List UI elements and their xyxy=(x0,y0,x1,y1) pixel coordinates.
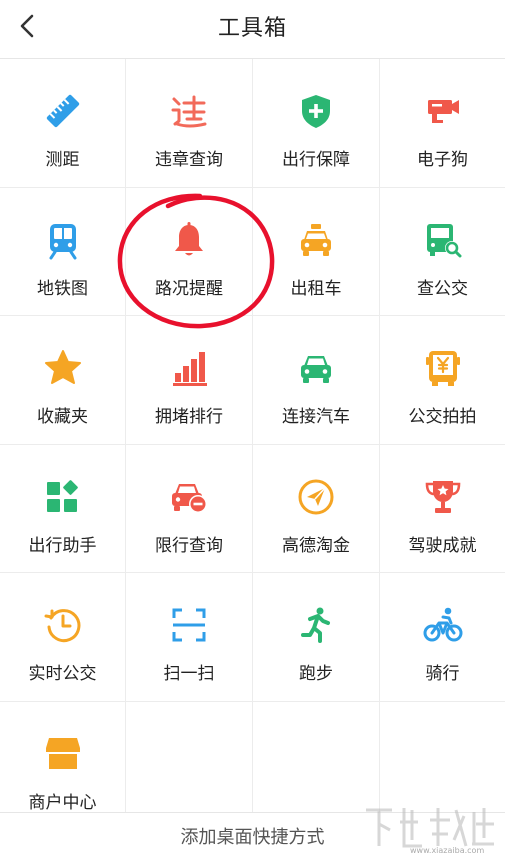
tool-ranging[interactable]: 测距 xyxy=(0,59,126,188)
car-minus-icon xyxy=(169,477,209,517)
tool-label: 跑步 xyxy=(299,664,333,684)
bus-yen-icon xyxy=(423,348,463,388)
tool-traffic-alert[interactable]: 路况提醒 xyxy=(126,187,253,316)
tool-congestion-ranking[interactable]: 拥堵排行 xyxy=(126,316,253,445)
tool-bus-photo[interactable]: 公交拍拍 xyxy=(380,316,505,445)
tool-label: 高德淘金 xyxy=(282,535,350,556)
car-icon xyxy=(296,348,336,388)
tool-label: 公交拍拍 xyxy=(408,407,477,427)
violation-icon xyxy=(169,91,209,131)
tool-travel-protection[interactable]: 出行保障 xyxy=(253,59,380,188)
empty-cell xyxy=(253,701,380,830)
bell-icon xyxy=(169,220,209,260)
bicycle-icon xyxy=(423,605,463,645)
tool-label: 出租车 xyxy=(290,278,342,299)
tools-grid: 测距 违章查询 出行保障 电子狗 地铁图 路况提醒 出租车 查公交 收藏夹 拥堵… xyxy=(0,58,505,830)
tool-label: 商户中心 xyxy=(28,792,97,813)
paper-plane-icon xyxy=(296,477,336,517)
tool-travel-assistant[interactable]: 出行助手 xyxy=(0,444,126,573)
tool-label: 收藏夹 xyxy=(37,407,88,427)
header-bar: 工具箱 xyxy=(0,0,505,56)
ruler-icon xyxy=(43,91,83,131)
tool-favorites[interactable]: 收藏夹 xyxy=(0,316,126,445)
tool-label: 限行查询 xyxy=(155,535,223,556)
scan-icon xyxy=(169,605,209,645)
tool-label: 驾驶成就 xyxy=(408,535,477,556)
tool-label: 测距 xyxy=(45,150,80,170)
trophy-icon xyxy=(423,477,463,517)
tool-merchant-center[interactable]: 商户中心 xyxy=(0,701,126,830)
shop-icon xyxy=(43,734,83,774)
tool-label: 出行助手 xyxy=(28,535,97,556)
clock-icon xyxy=(43,605,83,645)
tool-cycling[interactable]: 骑行 xyxy=(380,573,505,702)
apps-icon xyxy=(43,477,83,517)
tool-label: 查公交 xyxy=(417,278,468,299)
tool-bus-search[interactable]: 查公交 xyxy=(380,188,505,316)
tool-violation-query[interactable]: 违章查询 xyxy=(126,59,253,188)
shield-plus-icon xyxy=(296,91,336,131)
taxi-icon xyxy=(296,220,336,260)
tool-label: 连接汽车 xyxy=(282,407,350,427)
tool-driving-achievement[interactable]: 驾驶成就 xyxy=(380,445,505,573)
star-icon xyxy=(43,348,83,388)
tool-label: 出行保障 xyxy=(282,150,350,170)
page-title: 工具箱 xyxy=(217,16,287,41)
tool-running[interactable]: 跑步 xyxy=(253,573,380,702)
camera-icon xyxy=(423,91,463,131)
tool-scan[interactable]: 扫一扫 xyxy=(126,573,253,702)
tool-amap-gold[interactable]: 高德淘金 xyxy=(253,444,380,573)
running-icon xyxy=(296,605,336,645)
bus-search-icon xyxy=(423,220,463,260)
empty-cell xyxy=(380,702,505,831)
tool-label: 骑行 xyxy=(425,664,460,684)
tool-label: 地铁图 xyxy=(37,278,88,299)
bar-chart-icon xyxy=(169,348,209,388)
tool-restriction-query[interactable]: 限行查询 xyxy=(126,444,253,573)
tool-label: 违章查询 xyxy=(155,150,223,170)
add-shortcut-button[interactable]: 添加桌面快捷方式 xyxy=(0,812,505,862)
tool-label: 拥堵排行 xyxy=(155,407,223,427)
subway-icon xyxy=(43,220,83,260)
tool-label: 实时公交 xyxy=(28,664,97,684)
tool-connect-car[interactable]: 连接汽车 xyxy=(253,316,380,445)
tool-speed-camera[interactable]: 电子狗 xyxy=(380,59,505,188)
tool-subway-map[interactable]: 地铁图 xyxy=(0,187,126,316)
tool-realtime-bus[interactable]: 实时公交 xyxy=(0,573,126,702)
tool-label: 电子狗 xyxy=(417,150,468,170)
tool-taxi[interactable]: 出租车 xyxy=(253,187,380,316)
tool-label: 扫一扫 xyxy=(163,664,215,684)
tool-label: 路况提醒 xyxy=(155,278,223,299)
empty-cell xyxy=(126,701,253,830)
